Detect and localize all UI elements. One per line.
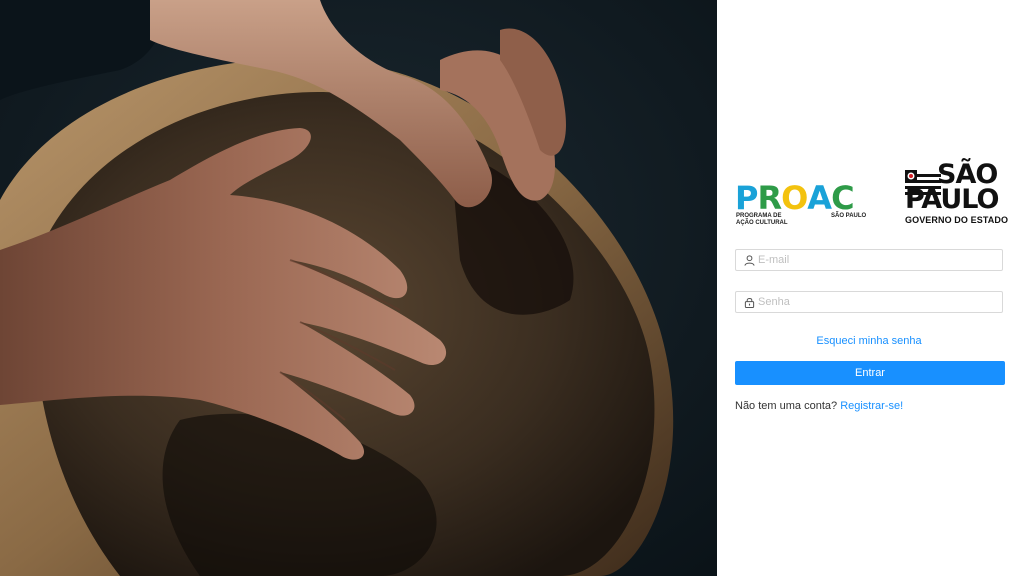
proac-logo: PROAC PROGRAMA DE AÇÃO CULTURAL SÃO PAUL… — [735, 182, 875, 228]
lock-icon — [744, 297, 755, 308]
proac-letter: C — [831, 179, 855, 217]
login-panel: PROAC PROGRAMA DE AÇÃO CULTURAL SÃO PAUL… — [717, 0, 1024, 576]
email-field[interactable] — [735, 249, 1003, 271]
proac-letter: O — [781, 179, 808, 217]
drum-hands-photo — [0, 0, 717, 576]
password-input[interactable] — [758, 292, 998, 312]
signup-row: Não tem uma conta? Registrar-se! — [735, 400, 903, 412]
proac-region: SÃO PAULO — [831, 213, 867, 219]
hero-image — [0, 0, 717, 576]
sp-government-logo: SÃO PAULO GOVERNO DO ESTADO — [905, 160, 1009, 228]
login-button[interactable]: Entrar — [735, 361, 1005, 385]
signup-link[interactable]: Registrar-se! — [840, 400, 903, 412]
proac-subtitle-line2: AÇÃO CULTURAL — [736, 220, 788, 226]
logo-row: PROAC PROGRAMA DE AÇÃO CULTURAL SÃO PAUL… — [735, 160, 1009, 230]
proac-letter: A — [807, 179, 832, 217]
user-icon — [744, 255, 755, 266]
sp-logo-line3: GOVERNO DO ESTADO — [905, 215, 1009, 225]
sp-logo-line2: PAULO — [905, 184, 999, 215]
proac-letter: P — [735, 179, 758, 217]
signup-prompt: Não tem uma conta? — [735, 400, 838, 412]
email-input[interactable] — [758, 250, 998, 270]
proac-wordmark: PROAC — [735, 179, 855, 217]
proac-subtitle: PROGRAMA DE AÇÃO CULTURAL — [736, 213, 806, 227]
proac-letter: R — [757, 179, 782, 217]
password-field[interactable] — [735, 291, 1003, 313]
proac-subtitle-line1: PROGRAMA DE — [736, 213, 782, 219]
forgot-password-link[interactable]: Esqueci minha senha — [735, 335, 1003, 347]
